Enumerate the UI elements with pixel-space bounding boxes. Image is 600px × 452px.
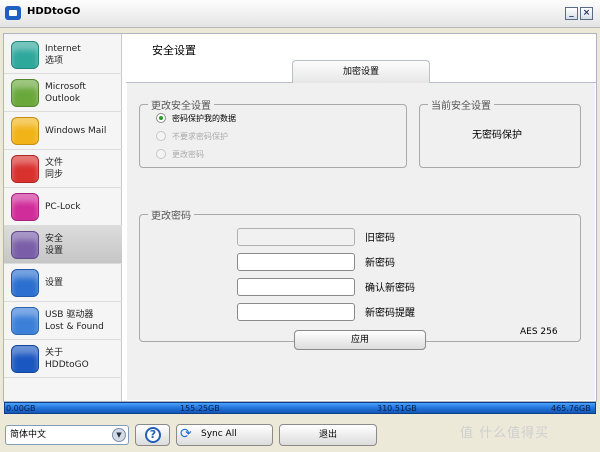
sidebar-item-label: USB 驱动器 Lost & Found bbox=[45, 310, 104, 332]
storage-usage-bar: 0.00GB 155.25GB 310.51GB 465.76GB bbox=[4, 402, 596, 414]
sidebar-item-about[interactable]: 关于 HDDtoGO bbox=[4, 340, 122, 378]
sync-icon: ⟳ bbox=[180, 426, 192, 442]
group-legend: 更改安全设置 bbox=[151, 101, 211, 112]
sidebar-item-microsoft-outlook[interactable]: Microsoft Outlook bbox=[4, 74, 122, 112]
password-hint-label: 新密码提醒 bbox=[365, 308, 415, 319]
app-logo-icon bbox=[5, 6, 21, 20]
sync-all-label: Sync All bbox=[201, 429, 237, 439]
chevron-down-icon[interactable]: ▼ bbox=[112, 428, 126, 442]
old-password-field[interactable] bbox=[237, 228, 355, 246]
tab-encryption-settings[interactable]: 加密设置 bbox=[292, 60, 430, 83]
minimize-button[interactable]: _ bbox=[565, 7, 578, 20]
settings-gear-icon bbox=[11, 269, 39, 297]
sidebar-item-label: Internet 选项 bbox=[45, 44, 81, 66]
confirm-password-label: 确认新密码 bbox=[365, 283, 415, 294]
sidebar-item-label: 关于 HDDtoGO bbox=[45, 348, 89, 370]
password-hint-field[interactable] bbox=[237, 303, 355, 321]
change-password-group: 更改密码 bbox=[139, 207, 581, 342]
outlook-icon bbox=[11, 79, 39, 107]
sidebar-item-label: PC-Lock bbox=[45, 202, 81, 212]
sidebar: Internet 选项 Microsoft Outlook Windows Ma… bbox=[4, 34, 122, 401]
window-title: HDDtoGO bbox=[27, 6, 81, 17]
page-title: 安全设置 bbox=[152, 44, 196, 57]
security-lock-icon bbox=[11, 231, 39, 259]
confirm-password-field[interactable] bbox=[237, 278, 355, 296]
group-legend: 更改密码 bbox=[151, 211, 191, 222]
storage-label-min: 0.00GB bbox=[6, 404, 36, 413]
sidebar-item-label: Microsoft Outlook bbox=[45, 82, 86, 104]
sidebar-item-file-sync[interactable]: 文件 同步 bbox=[4, 150, 122, 188]
new-password-label: 新密码 bbox=[365, 258, 395, 269]
sidebar-item-label: 设置 bbox=[45, 278, 64, 288]
sidebar-item-security-settings[interactable]: 安全 设置 bbox=[4, 226, 122, 264]
storage-label-max: 465.76GB bbox=[551, 404, 591, 413]
radio-label: 更改密码 bbox=[172, 150, 204, 159]
windows-mail-icon bbox=[11, 117, 39, 145]
pc-lock-icon bbox=[11, 193, 39, 221]
sidebar-item-internet-options[interactable]: Internet 选项 bbox=[4, 36, 122, 74]
sidebar-item-settings[interactable]: 设置 bbox=[4, 264, 122, 302]
sidebar-item-label: Windows Mail bbox=[45, 126, 107, 136]
radio-button bbox=[156, 131, 166, 141]
new-password-field[interactable] bbox=[237, 253, 355, 271]
usb-lost-found-icon bbox=[11, 307, 39, 335]
title-bar bbox=[0, 0, 600, 28]
old-password-label: 旧密码 bbox=[365, 233, 395, 244]
radio-label: 密码保护我的数据 bbox=[172, 114, 236, 123]
language-select[interactable]: 简体中文 bbox=[5, 425, 129, 445]
exit-button[interactable]: 退出 bbox=[279, 424, 377, 446]
help-icon[interactable]: ? bbox=[145, 427, 161, 443]
sidebar-item-label: 安全 设置 bbox=[45, 234, 64, 256]
close-button[interactable]: × bbox=[580, 7, 593, 20]
radio-button bbox=[156, 149, 166, 159]
current-security-status: 无密码保护 bbox=[472, 130, 522, 141]
radio-button[interactable] bbox=[156, 113, 166, 123]
apply-button[interactable]: 应用 bbox=[294, 330, 426, 350]
sidebar-item-usb-lost-found[interactable]: USB 驱动器 Lost & Found bbox=[4, 302, 122, 340]
radio-label: 不要求密码保护 bbox=[172, 132, 228, 141]
internet-icon bbox=[11, 41, 39, 69]
sidebar-item-label: 文件 同步 bbox=[45, 158, 64, 180]
watermark-text: 值 什么值得买 bbox=[460, 426, 550, 441]
about-icon bbox=[11, 345, 39, 373]
file-sync-icon bbox=[11, 155, 39, 183]
storage-label-third: 155.25GB bbox=[180, 404, 220, 413]
encryption-type-label: AES 256 bbox=[520, 327, 558, 337]
storage-label-two-thirds: 310.51GB bbox=[377, 404, 417, 413]
sidebar-item-windows-mail[interactable]: Windows Mail bbox=[4, 112, 122, 150]
group-legend: 当前安全设置 bbox=[431, 101, 491, 112]
sidebar-item-pc-lock[interactable]: PC-Lock bbox=[4, 188, 122, 226]
